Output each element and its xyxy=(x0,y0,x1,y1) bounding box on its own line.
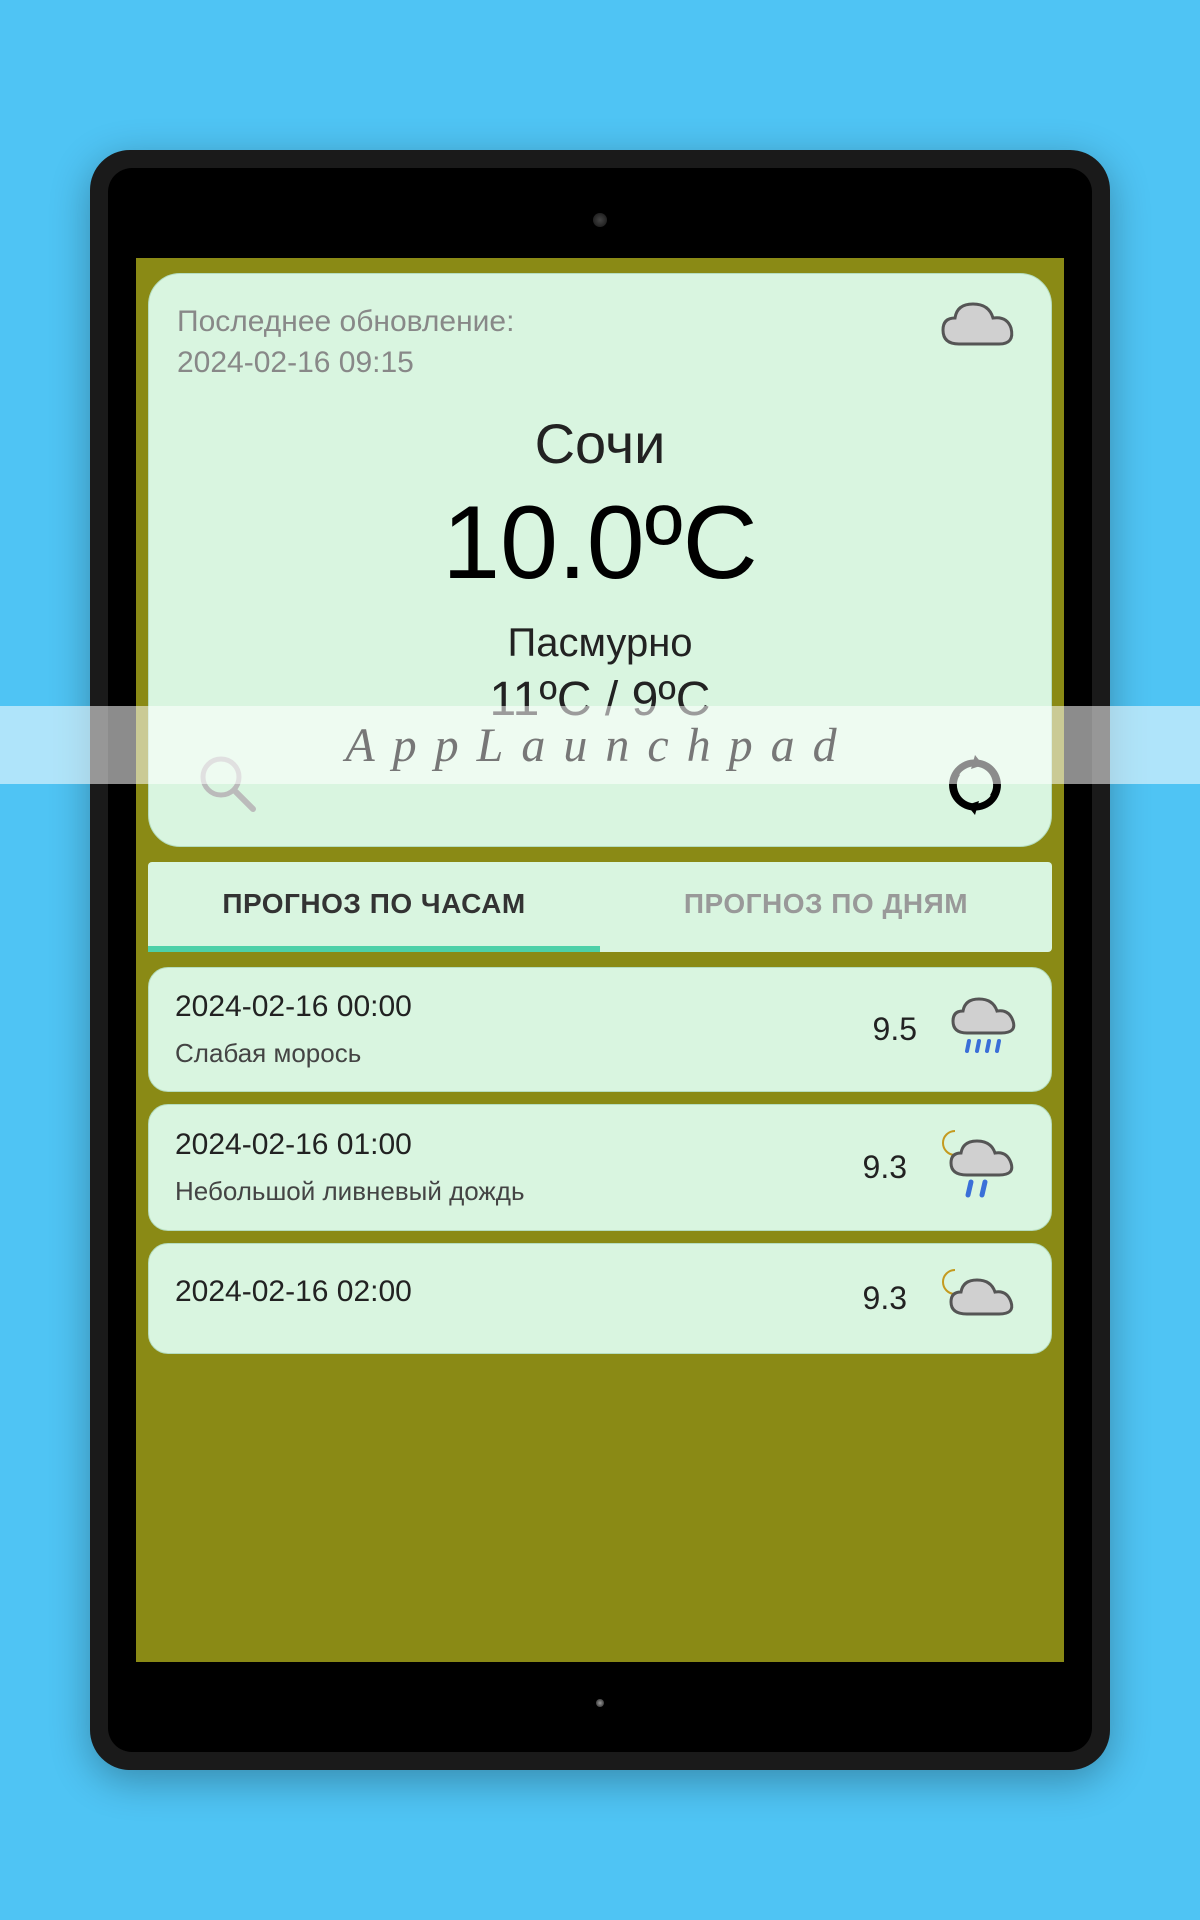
city-name: Сочи xyxy=(177,411,1023,476)
update-row: Последнее обновление: 2024-02-16 09:15 xyxy=(177,302,1023,383)
tab-daily[interactable]: ПРОГНОЗ ПО ДНЯМ xyxy=(600,862,1052,952)
forecast-item-left: 2024-02-16 02:00 xyxy=(175,1275,847,1323)
tablet-frame: Последнее обновление: 2024-02-16 09:15 С… xyxy=(90,150,1110,1770)
moon-cloud-icon xyxy=(935,1266,1025,1331)
tablet-home-indicator xyxy=(596,1699,604,1707)
forecast-item-left: 2024-02-16 01:00 Небольшой ливневый дожд… xyxy=(175,1128,847,1207)
moon-cloud-rain-icon xyxy=(935,1127,1025,1208)
app-screen: Последнее обновление: 2024-02-16 09:15 С… xyxy=(136,258,1064,1662)
forecast-datetime: 2024-02-16 02:00 xyxy=(175,1275,847,1309)
forecast-tabs: ПРОГНОЗ ПО ЧАСАМ ПРОГНОЗ ПО ДНЯМ xyxy=(148,862,1052,952)
last-update-label: Последнее обновление: xyxy=(177,305,514,338)
watermark-text: AppLaunchpad xyxy=(345,718,854,773)
current-weather-icon xyxy=(935,296,1023,365)
current-temperature: 10.0ºC xyxy=(177,484,1023,603)
cloud-drizzle-icon xyxy=(945,993,1025,1066)
forecast-datetime: 2024-02-16 01:00 xyxy=(175,1128,847,1162)
current-condition: Пасмурно xyxy=(177,621,1023,666)
forecast-condition: Небольшой ливневый дождь xyxy=(175,1176,847,1207)
forecast-temp: 9.3 xyxy=(863,1149,907,1186)
last-update-time: 2024-02-16 09:15 xyxy=(177,346,414,379)
watermark-overlay: AppLaunchpad xyxy=(0,706,1200,784)
forecast-list[interactable]: 2024-02-16 00:00 Слабая морось 9.5 xyxy=(148,967,1052,1647)
forecast-temp: 9.5 xyxy=(873,1011,917,1048)
tablet-inner: Последнее обновление: 2024-02-16 09:15 С… xyxy=(108,168,1092,1752)
tablet-camera xyxy=(593,213,607,227)
tab-hourly[interactable]: ПРОГНОЗ ПО ЧАСАМ xyxy=(148,862,600,952)
forecast-datetime: 2024-02-16 00:00 xyxy=(175,990,857,1024)
forecast-item-left: 2024-02-16 00:00 Слабая морось xyxy=(175,990,857,1069)
last-update-text: Последнее обновление: 2024-02-16 09:15 xyxy=(177,302,514,383)
forecast-item[interactable]: 2024-02-16 00:00 Слабая морось 9.5 xyxy=(148,967,1052,1092)
forecast-item[interactable]: 2024-02-16 01:00 Небольшой ливневый дожд… xyxy=(148,1104,1052,1231)
forecast-condition: Слабая морось xyxy=(175,1038,857,1069)
forecast-item[interactable]: 2024-02-16 02:00 9.3 xyxy=(148,1243,1052,1354)
forecast-temp: 9.3 xyxy=(863,1280,907,1317)
